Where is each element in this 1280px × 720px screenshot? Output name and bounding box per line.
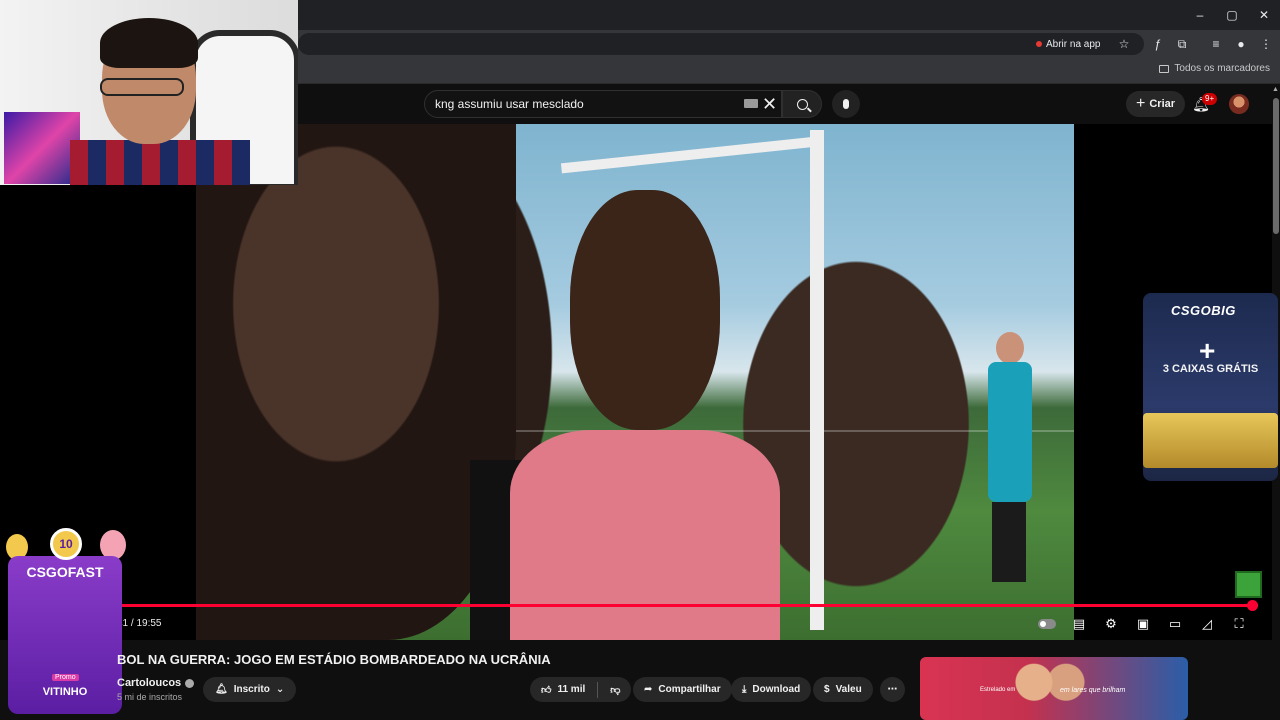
search-input[interactable]: kng assumiu usar mesclado — [424, 90, 782, 118]
subtitles-icon[interactable]: ▤ — [1070, 615, 1088, 633]
download-icon: ⤓ — [742, 684, 747, 695]
plus-icon: + — [1199, 335, 1216, 366]
streamer-hair — [100, 18, 198, 68]
subscribed-label: Inscrito — [233, 684, 270, 695]
bell-icon: 🔔︎ — [215, 684, 228, 695]
extension-f-icon[interactable]: ƒ — [1150, 36, 1166, 52]
verified-icon — [185, 678, 195, 688]
like-count: 11 mil — [557, 684, 586, 695]
all-bookmarks-label: Todos os marcadores — [1174, 63, 1270, 74]
media-list-icon[interactable]: ≡ — [1208, 36, 1224, 52]
progress-fill — [120, 604, 1252, 607]
subscribed-button[interactable]: 🔔︎ Inscrito ⌄ — [203, 677, 297, 702]
avatar[interactable] — [1229, 94, 1249, 114]
time-display: 41 / 19:55 — [117, 618, 162, 629]
channel-watermark-icon[interactable] — [1235, 571, 1262, 598]
app-dot-icon — [1036, 41, 1042, 47]
share-label: Compartilhar — [658, 684, 721, 695]
promo-code: VITINHO — [42, 686, 88, 698]
create-label: Criar — [1149, 98, 1176, 110]
streamer-glasses — [100, 78, 184, 96]
search-button[interactable] — [782, 90, 822, 118]
address-bar[interactable] — [298, 33, 1144, 55]
subscriber-count: 5 mi de inscritos — [117, 692, 183, 702]
webcam-overlay — [0, 0, 298, 185]
create-button[interactable]: + Criar — [1126, 91, 1186, 117]
foreground-player-figure — [196, 124, 516, 640]
fullscreen-icon[interactable]: ⛶ — [1230, 615, 1248, 633]
super-thanks-icon: $ — [824, 684, 830, 695]
minimize-button[interactable]: – — [1184, 0, 1216, 30]
like-dislike-group: 👍︎ 11 mil 👎︎ — [530, 677, 632, 702]
open-in-app-label: Abrir na app — [1046, 38, 1101, 50]
thanks-label: Valeu — [835, 684, 862, 695]
thumbs-down-icon[interactable]: 👎︎ — [610, 684, 620, 696]
divider — [597, 681, 599, 698]
more-actions-button[interactable]: ⋯ — [880, 677, 905, 702]
goalkeeper-figure — [978, 332, 1048, 582]
csgofast-ad[interactable]: 10 CSGOFAST Promo VITINHO — [6, 528, 126, 714]
theater-mode-icon[interactable]: ▭ — [1166, 615, 1184, 633]
open-in-app-button[interactable]: Abrir na app — [1036, 36, 1100, 52]
more-horizontal-icon: ⋯ — [887, 684, 898, 695]
search-icon — [796, 98, 808, 110]
csgofast-brand: CSGOFAST — [26, 564, 104, 580]
cast-icon[interactable]: ◿ — [1198, 615, 1216, 633]
miniplayer-icon[interactable]: ▣ — [1134, 615, 1152, 633]
close-window-button[interactable]: ✕ — [1248, 0, 1280, 30]
thumbs-up-icon: 👍︎ — [541, 684, 552, 696]
puzzle-icon[interactable]: ⧉ — [1174, 36, 1190, 52]
channel-link[interactable]: Cartoloucos — [117, 677, 195, 689]
mic-icon — [843, 99, 849, 109]
goal-post — [810, 130, 824, 630]
anniversary-badge: 10 — [50, 528, 82, 560]
csgobig-ad[interactable]: CSGOBIG + 3 CAIXAS GRÁTIS — [1143, 293, 1278, 481]
center-player-figure — [470, 180, 800, 640]
kebab-menu-icon[interactable]: ⋮ — [1258, 36, 1274, 52]
csgobig-logo: CSGOBIG — [1171, 303, 1236, 318]
promo-tag: Promo — [52, 674, 79, 681]
scroll-up-icon[interactable]: ▲ — [1272, 86, 1279, 93]
progress-scrubber[interactable] — [1247, 600, 1258, 611]
profile-icon[interactable]: ● — [1233, 36, 1249, 52]
download-label: Download — [752, 684, 801, 695]
chevron-down-icon: ⌄ — [275, 684, 285, 695]
sidebar-ad-banner[interactable]: Estrelado em em lares que brilham — [920, 657, 1188, 720]
thanks-button[interactable]: $ Valeu — [813, 677, 873, 702]
plus-icon: + — [1136, 95, 1146, 112]
csgobig-offer: 3 CAIXAS GRÁTIS — [1162, 363, 1259, 375]
streamer-shirt — [70, 140, 250, 185]
download-button[interactable]: ⤓ Download — [731, 677, 812, 702]
all-bookmarks-button[interactable]: Todos os marcadores — [1159, 63, 1270, 74]
clear-search-icon[interactable]: ✕ — [762, 94, 777, 115]
like-button[interactable]: 👍︎ 11 mil — [541, 684, 585, 696]
video-title: BOL NA GUERRA: JOGO EM ESTÁDIO BOMBARDEA… — [117, 652, 551, 667]
ad-caption-right: em lares que brilham — [1060, 687, 1126, 694]
voice-search-button[interactable] — [832, 90, 860, 118]
star-icon[interactable]: ☆ — [1116, 36, 1132, 52]
search-query: kng assumiu usar mesclado — [435, 97, 584, 111]
window-controls: – ▢ ✕ — [1184, 0, 1280, 30]
share-button[interactable]: ➦ Compartilhar — [633, 677, 732, 702]
scrollbar-thumb[interactable] — [1273, 98, 1279, 234]
ad-caption-left: Estrelado em — [980, 687, 1016, 693]
keyboard-icon[interactable] — [744, 99, 758, 108]
notification-badge: 9+ — [1202, 93, 1218, 105]
channel-name: Cartoloucos — [117, 677, 182, 689]
maximize-button[interactable]: ▢ — [1216, 0, 1248, 30]
autoplay-toggle[interactable] — [1038, 615, 1056, 633]
pc-setup — [4, 112, 80, 184]
share-arrow-icon: ➦ — [644, 684, 653, 695]
treasure-chest-icon — [1143, 413, 1278, 468]
player-controls-right: ▤ ⚙ ▣ ▭ ◿ ⛶ — [1038, 614, 1248, 634]
settings-gear-icon[interactable]: ⚙ — [1102, 615, 1120, 633]
folder-icon — [1159, 64, 1170, 73]
